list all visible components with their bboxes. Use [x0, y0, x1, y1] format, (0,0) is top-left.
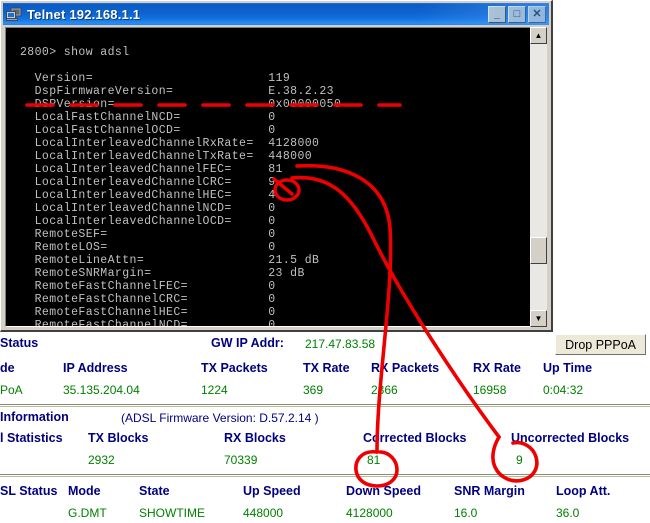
col-header-tx-rate: TX Rate	[303, 361, 350, 375]
cell-rx-blocks: 70339	[224, 453, 258, 467]
cell-snr-margin: 16.0	[454, 506, 478, 520]
col-header-tx-blocks: TX Blocks	[88, 431, 149, 445]
col-header-snr-margin: SNR Margin	[454, 484, 525, 498]
cell-tx-blocks: 2932	[88, 453, 115, 467]
cell-up-speed: 448000	[243, 506, 284, 520]
minimize-button[interactable]: _	[488, 5, 506, 23]
cell-corrected-blocks: 81	[367, 453, 381, 467]
col-header-uncorrected-blocks: Uncorrected Blocks	[511, 431, 630, 445]
col-header-down-speed: Down Speed	[346, 484, 422, 498]
cell-ip-address: 35.135.204.04	[63, 383, 140, 397]
cell-up-time: 0:04:32	[543, 383, 584, 397]
col-header-loop-att: Loop Att.	[556, 484, 611, 498]
scroll-up-icon[interactable]: ▲	[530, 27, 547, 44]
telnet-window: Telnet 192.168.1.1 _ □ ✕ 2800> show adsl…	[0, 0, 553, 332]
adsl-stats-label: l Statistics	[0, 431, 63, 445]
section-divider-1	[0, 404, 650, 407]
col-header-mode: de	[0, 361, 15, 375]
col-header-dsl-mode: Mode	[68, 484, 101, 498]
cell-dsl-state: SHOWTIME	[139, 506, 205, 520]
col-header-rx-rate: RX Rate	[473, 361, 521, 375]
section-divider-2	[0, 474, 650, 477]
dsl-section-title: SL Status	[0, 484, 58, 498]
cell-mode: PoA	[0, 383, 23, 397]
cell-down-speed: 4128000	[346, 506, 393, 520]
col-header-corrected-blocks: Corrected Blocks	[363, 431, 467, 445]
telnet-titlebar[interactable]: Telnet 192.168.1.1 _ □ ✕	[3, 3, 549, 25]
scrollbar-thumb[interactable]	[530, 237, 547, 264]
gw-ip-value: 217.47.83.58	[305, 337, 376, 351]
col-header-dsl-state: State	[139, 484, 170, 498]
col-header-rx-blocks: RX Blocks	[224, 431, 286, 445]
cell-loop-att: 36.0	[556, 506, 580, 520]
cell-tx-rate: 369	[303, 383, 324, 397]
cell-rx-rate: 16958	[473, 383, 507, 397]
telnet-title: Telnet 192.168.1.1	[27, 6, 141, 22]
router-status-page: Status GW IP Addr: 217.47.83.58 Drop PPP…	[0, 332, 650, 523]
status-section-title: Status	[0, 336, 39, 350]
col-header-tx-packets: TX Packets	[201, 361, 268, 375]
adsl-firmware-version: (ADSL Firmware Version: D.57.2.14 )	[121, 411, 319, 425]
close-button[interactable]: ✕	[528, 5, 546, 23]
maximize-button[interactable]: □	[508, 5, 526, 23]
col-header-up-time: Up Time	[543, 361, 593, 375]
col-header-ip-address: IP Address	[63, 361, 128, 375]
col-header-rx-packets: RX Packets	[371, 361, 440, 375]
terminal-output-area[interactable]: 2800> show adsl Version= 119 DspFirmware…	[5, 27, 532, 327]
cell-tx-packets: 1224	[201, 383, 228, 397]
computer-icon	[6, 7, 22, 22]
cell-rx-packets: 2366	[371, 383, 398, 397]
gw-ip-label: GW IP Addr:	[211, 336, 284, 350]
col-header-up-speed: Up Speed	[243, 484, 301, 498]
adsl-section-title: Information	[0, 410, 69, 424]
scroll-down-icon[interactable]: ▼	[530, 310, 547, 327]
window-controls: _ □ ✕	[488, 5, 549, 23]
scrollbar-track[interactable]	[530, 44, 547, 310]
cell-dsl-mode: G.DMT	[68, 506, 107, 520]
drop-pppoa-button[interactable]: Drop PPPoA	[555, 334, 646, 355]
terminal-scrollbar[interactable]: ▲ ▼	[530, 27, 547, 327]
cell-uncorrected-blocks: 9	[516, 453, 523, 467]
terminal-text: 2800> show adsl Version= 119 DspFirmware…	[20, 45, 342, 327]
